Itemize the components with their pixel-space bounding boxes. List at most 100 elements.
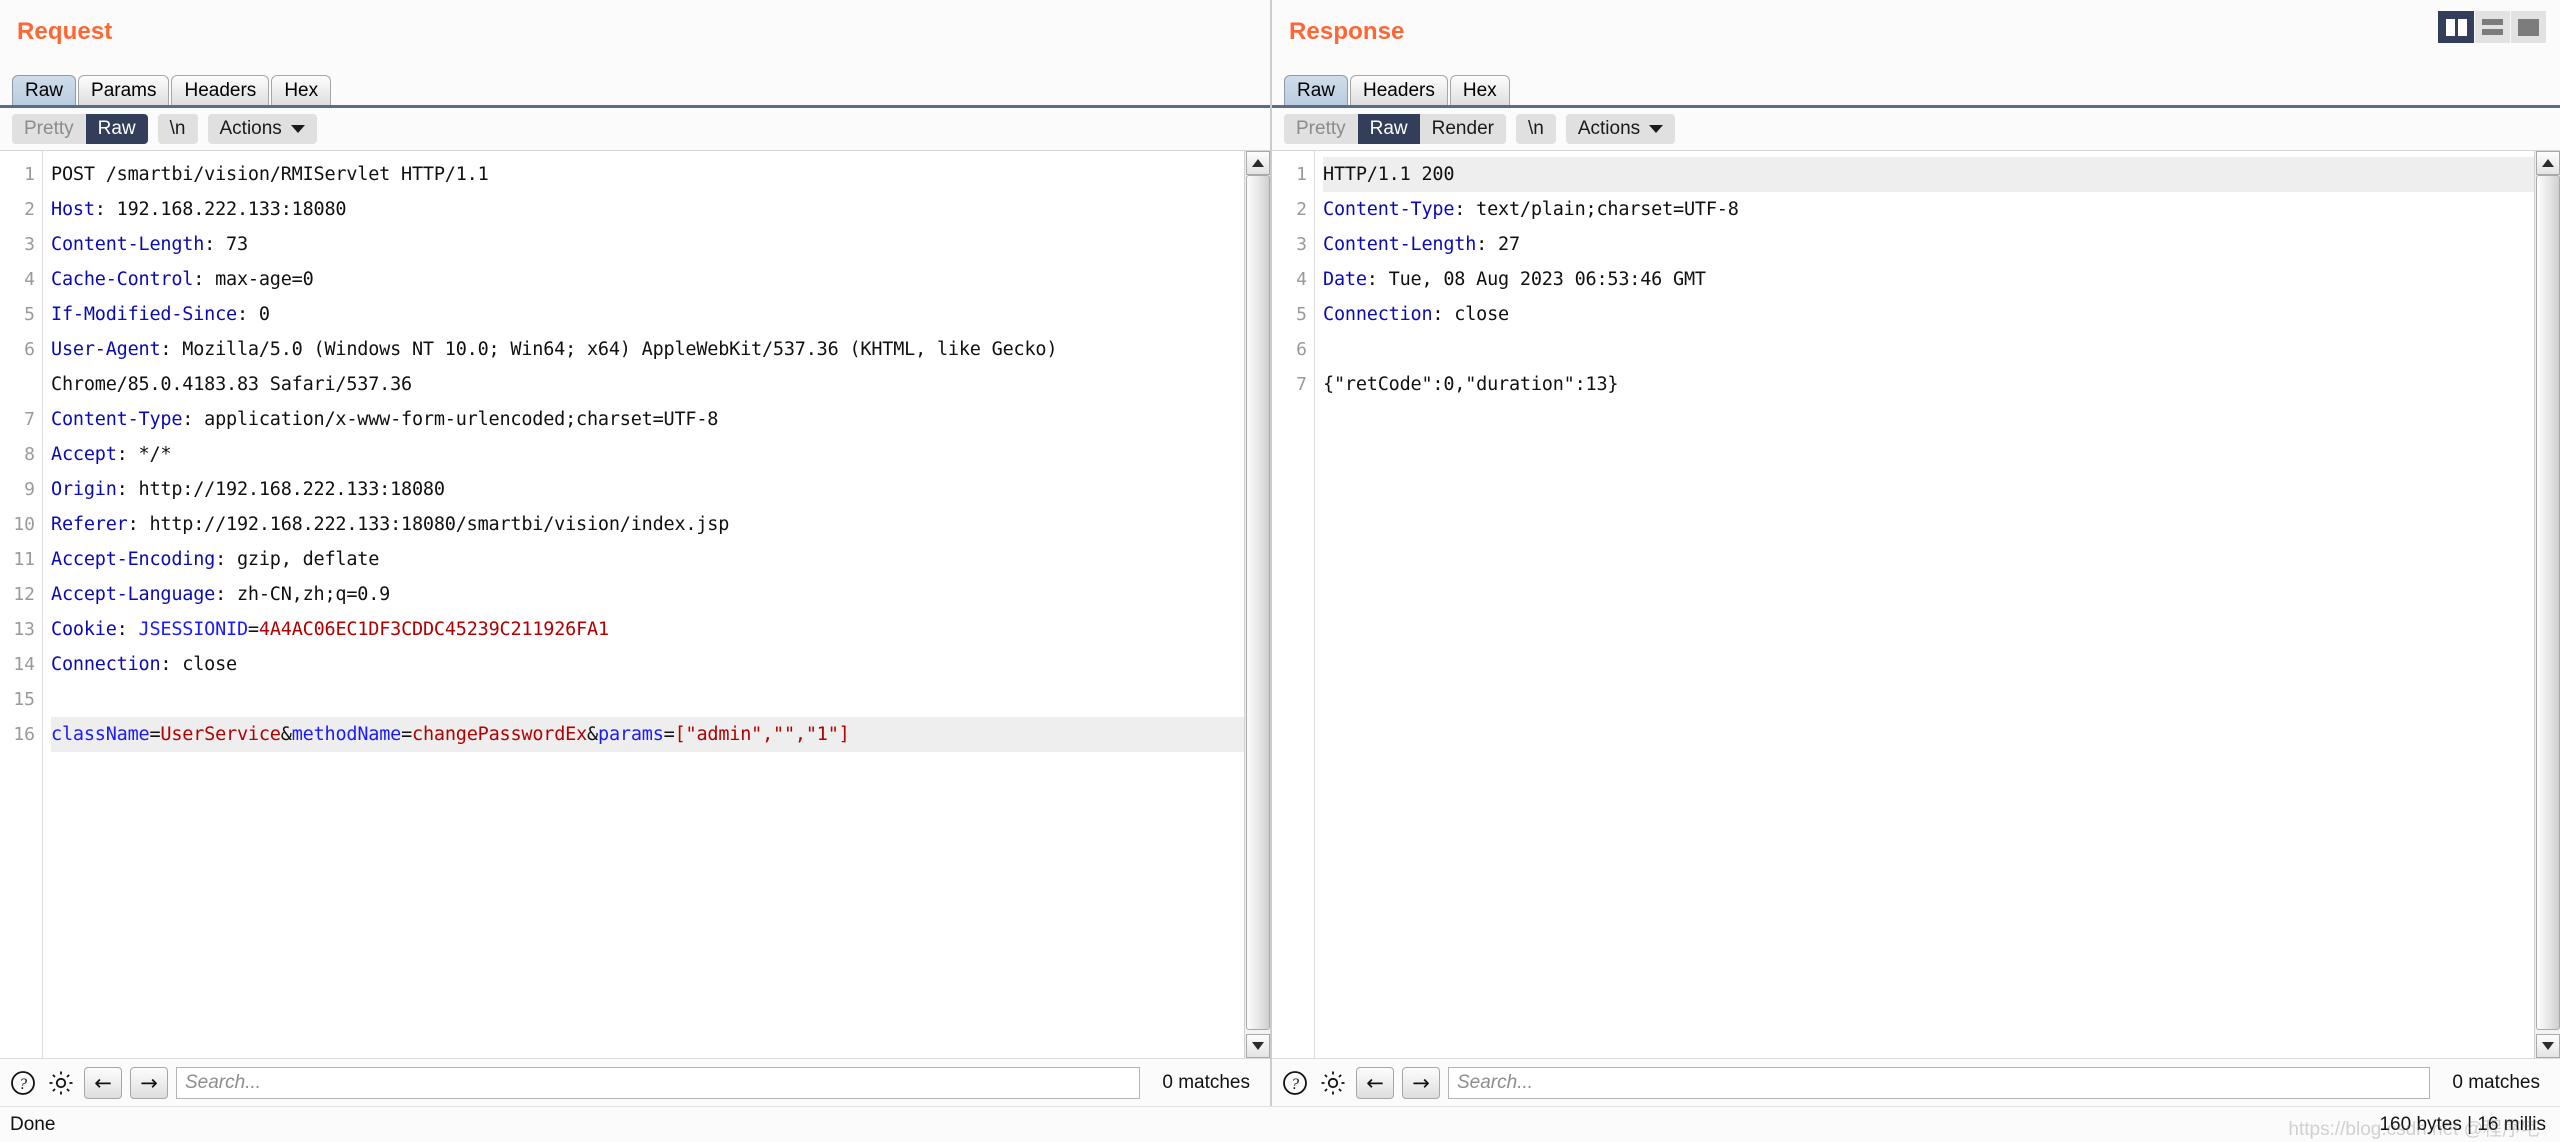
code-line[interactable]: className=UserService&methodName=changeP…	[51, 717, 1244, 752]
response-tab-headers[interactable]: Headers	[1350, 75, 1448, 105]
scroll-down-icon[interactable]	[2536, 1034, 2560, 1058]
layout-side-by-side-button[interactable]	[2438, 11, 2474, 43]
code-line[interactable]: {"retCode":0,"duration":13}	[1323, 367, 2534, 402]
response-search-input[interactable]	[1448, 1067, 2430, 1099]
header-name: Referer	[51, 514, 128, 535]
line-number: 2	[1272, 192, 1314, 227]
request-tab-params[interactable]: Params	[78, 75, 169, 105]
code-line[interactable]: Date: Tue, 08 Aug 2023 06:53:46 GMT	[1323, 262, 2534, 297]
code-line[interactable]: Origin: http://192.168.222.133:18080	[51, 472, 1244, 507]
request-raw-text[interactable]: POST /smartbi/vision/RMIServlet HTTP/1.1…	[42, 151, 1244, 1058]
request-newline-button[interactable]: \n	[158, 114, 198, 144]
request-line-numbers: 12345678910111213141516	[0, 151, 42, 1058]
line-number: 6	[0, 332, 42, 402]
code-line[interactable]	[1323, 332, 2534, 367]
response-vertical-scrollbar[interactable]	[2534, 151, 2560, 1058]
arrow-left-icon[interactable]: ←	[1356, 1067, 1394, 1099]
header-value: : gzip, deflate	[215, 549, 379, 570]
single-view-icon	[2518, 19, 2539, 36]
code-line[interactable]: Connection: close	[1323, 297, 2534, 332]
scroll-up-icon[interactable]	[2536, 151, 2560, 175]
code-line[interactable]: Host: 192.168.222.133:18080	[51, 192, 1244, 227]
request-pane: Request RawParamsHeadersHex Pretty Raw \…	[0, 0, 1272, 1106]
request-tab-hex[interactable]: Hex	[271, 75, 331, 105]
arrow-right-icon[interactable]: →	[130, 1067, 168, 1099]
header-value: changePasswordEx	[412, 724, 587, 745]
response-editor[interactable]: 1234567 HTTP/1.1 200Content-Type: text/p…	[1272, 151, 2534, 1058]
code-line[interactable]: If-Modified-Since: 0	[51, 297, 1244, 332]
code-line[interactable]	[51, 682, 1244, 717]
request-header: Request	[0, 0, 1270, 72]
header-name: methodName	[292, 724, 401, 745]
header-name: Accept	[51, 444, 117, 465]
response-scroll-track[interactable]	[2536, 175, 2560, 1034]
header-value: : 192.168.222.133:18080	[95, 199, 347, 220]
code-line[interactable]: Content-Length: 73	[51, 227, 1244, 262]
request-response-panes: Request RawParamsHeadersHex Pretty Raw \…	[0, 0, 2560, 1106]
code-line[interactable]: Content-Type: text/plain;charset=UTF-8	[1323, 192, 2534, 227]
line-number: 4	[0, 262, 42, 297]
request-raw-button[interactable]: Raw	[86, 114, 148, 144]
code-line[interactable]: User-Agent: Mozilla/5.0 (Windows NT 10.0…	[51, 332, 1244, 402]
scroll-down-icon[interactable]	[1246, 1034, 1270, 1058]
response-actions-button[interactable]: Actions	[1566, 114, 1675, 144]
response-tab-hex[interactable]: Hex	[1450, 75, 1510, 105]
request-tab-raw[interactable]: Raw	[12, 75, 76, 105]
code-line[interactable]: Accept: */*	[51, 437, 1244, 472]
header-value: : http://192.168.222.133:18080/smartbi/v…	[128, 514, 730, 535]
line-number: 13	[0, 612, 42, 647]
gear-icon[interactable]	[1318, 1068, 1348, 1098]
code-line[interactable]: Content-Length: 27	[1323, 227, 2534, 262]
request-scroll-thumb[interactable]	[1246, 175, 1270, 1030]
response-pretty-button[interactable]: Pretty	[1284, 114, 1358, 144]
arrow-left-icon[interactable]: ←	[84, 1067, 122, 1099]
header-name: Connection	[51, 654, 160, 675]
layout-stacked-button[interactable]	[2474, 11, 2510, 43]
response-raw-text[interactable]: HTTP/1.1 200Content-Type: text/plain;cha…	[1314, 151, 2534, 1058]
code-line[interactable]: HTTP/1.1 200	[1323, 157, 2534, 192]
layout-single-button[interactable]	[2510, 11, 2546, 43]
question-circle-icon[interactable]: ?	[8, 1068, 38, 1098]
code-line[interactable]: Connection: close	[51, 647, 1244, 682]
code-line[interactable]: Accept-Language: zh-CN,zh;q=0.9	[51, 577, 1244, 612]
response-editor-toolbar: Pretty Raw Render \n Actions	[1272, 108, 2560, 150]
response-newline-group: \n	[1516, 114, 1556, 144]
line-number: 3	[1272, 227, 1314, 262]
line-number: 4	[1272, 262, 1314, 297]
response-raw-button[interactable]: Raw	[1358, 114, 1420, 144]
code-line[interactable]: Cookie: JSESSIONID=4A4AC06EC1DF3CDDC4523…	[51, 612, 1244, 647]
code-line[interactable]: Accept-Encoding: gzip, deflate	[51, 542, 1244, 577]
request-tab-headers[interactable]: Headers	[171, 75, 269, 105]
arrow-right-icon[interactable]: →	[1402, 1067, 1440, 1099]
response-line-numbers: 1234567	[1272, 151, 1314, 1058]
request-editor-toolbar: Pretty Raw \n Actions	[0, 108, 1270, 150]
chevron-down-icon	[1649, 125, 1663, 133]
code-line[interactable]: Cache-Control: max-age=0	[51, 262, 1244, 297]
header-value: : close	[1432, 304, 1509, 325]
line-number: 16	[0, 717, 42, 752]
code-line[interactable]: Referer: http://192.168.222.133:18080/sm…	[51, 507, 1244, 542]
header-value: POST /smartbi/vision/RMIServlet HTTP/1.1	[51, 164, 489, 185]
response-scroll-thumb[interactable]	[2536, 175, 2560, 1030]
question-circle-icon[interactable]: ?	[1280, 1068, 1310, 1098]
request-actions-button[interactable]: Actions	[208, 114, 317, 144]
scroll-up-icon[interactable]	[1246, 151, 1270, 175]
code-line[interactable]: Content-Type: application/x-www-form-url…	[51, 402, 1244, 437]
request-search-input[interactable]	[176, 1067, 1140, 1099]
header-value: : 73	[204, 234, 248, 255]
code-line[interactable]: POST /smartbi/vision/RMIServlet HTTP/1.1	[51, 157, 1244, 192]
header-name: Cookie	[51, 619, 117, 640]
request-editor[interactable]: 12345678910111213141516 POST /smartbi/vi…	[0, 151, 1244, 1058]
response-newline-button[interactable]: \n	[1516, 114, 1556, 144]
line-number: 11	[0, 542, 42, 577]
request-pretty-button[interactable]: Pretty	[12, 114, 86, 144]
gear-icon[interactable]	[46, 1068, 76, 1098]
line-number: 9	[0, 472, 42, 507]
request-scroll-track[interactable]	[1246, 175, 1270, 1034]
header-name: Host	[51, 199, 95, 220]
response-tab-raw[interactable]: Raw	[1284, 75, 1348, 105]
header-value: : 27	[1476, 234, 1520, 255]
line-number: 1	[0, 157, 42, 192]
request-vertical-scrollbar[interactable]	[1244, 151, 1270, 1058]
response-render-button[interactable]: Render	[1420, 114, 1506, 144]
